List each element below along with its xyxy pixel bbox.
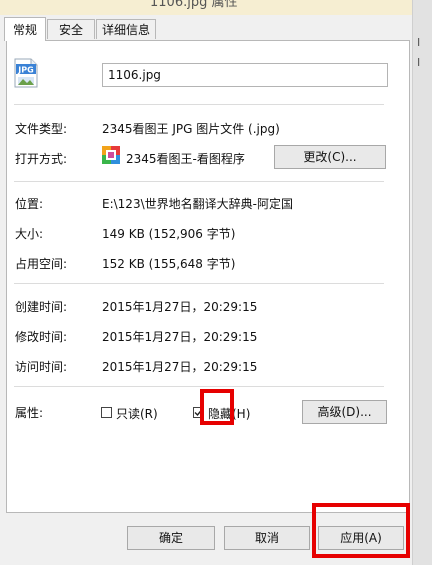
size-on-disk-value: 152 KB (155,648 字节) — [102, 257, 236, 271]
highlight-box-hidden — [200, 389, 234, 425]
created-label: 创建时间: — [15, 300, 68, 314]
divider — [14, 181, 384, 182]
size-label: 大小: — [15, 227, 44, 241]
file-type-label: 文件类型: — [15, 122, 68, 136]
location-label: 位置: — [15, 197, 44, 211]
svg-text:JPG: JPG — [17, 66, 33, 75]
app-icon — [102, 146, 120, 164]
general-panel — [6, 40, 410, 513]
divider — [14, 386, 384, 387]
size-value: 149 KB (152,906 字节) — [102, 227, 236, 241]
tab-details[interactable]: 详细信息 — [96, 19, 156, 39]
cancel-button[interactable]: 取消 — [224, 526, 310, 550]
open-with-label: 打开方式: — [15, 152, 68, 166]
open-with-value: 2345看图王-看图程序 — [126, 152, 245, 166]
accessed-label: 访问时间: — [15, 360, 68, 374]
change-button[interactable]: 更改(C)... — [274, 145, 386, 169]
modified-label: 修改时间: — [15, 330, 68, 344]
readonly-label: 只读(R) — [116, 407, 158, 421]
modified-value: 2015年1月27日，20:29:15 — [102, 330, 258, 344]
advanced-button[interactable]: 高级(D)... — [302, 400, 387, 424]
edge-glyph: I — [417, 56, 421, 69]
highlight-box-apply — [312, 503, 410, 558]
divider — [14, 283, 384, 284]
background-window-edge: I I — [412, 0, 432, 565]
filename-input[interactable]: 1106.jpg — [102, 63, 388, 87]
file-type-value: 2345看图王 JPG 图片文件 (.jpg) — [102, 122, 280, 136]
tab-general[interactable]: 常规 — [4, 17, 46, 41]
ok-button[interactable]: 确定 — [127, 526, 215, 550]
size-on-disk-label: 占用空间: — [15, 257, 68, 271]
accessed-value: 2015年1月27日，20:29:15 — [102, 360, 258, 374]
location-value: E:\123\世界地名翻译大辞典-阿定国 — [102, 197, 293, 211]
created-value: 2015年1月27日，20:29:15 — [102, 300, 258, 314]
edge-glyph: I — [417, 36, 421, 49]
readonly-checkbox[interactable] — [101, 407, 112, 418]
attributes-label: 属性: — [15, 406, 44, 420]
tab-security[interactable]: 安全 — [47, 19, 95, 39]
divider — [14, 104, 384, 105]
window-title: 1106.jpg 属性 — [150, 0, 238, 10]
jpg-file-icon: JPG — [13, 58, 39, 88]
